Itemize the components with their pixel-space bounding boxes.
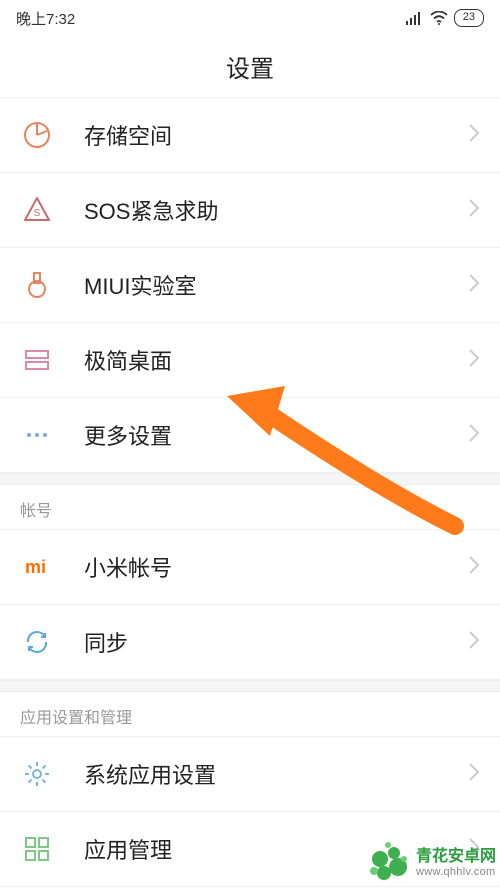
settings-item-sos[interactable]: S SOS紧急求助: [0, 173, 500, 248]
gear-icon: [20, 757, 54, 791]
svg-text:S: S: [34, 208, 41, 219]
account-list: mi 小米帐号 同步: [0, 529, 500, 680]
wifi-icon: [430, 11, 448, 25]
chevron-right-icon: [468, 555, 480, 580]
page-header: 设置: [0, 36, 500, 98]
sos-icon: S: [20, 193, 54, 227]
settings-list: 存储空间 S SOS紧急求助 MIUI实验室 极简桌面: [0, 98, 500, 473]
settings-item-app-manage[interactable]: 应用管理: [0, 812, 500, 887]
more-icon: [20, 418, 54, 452]
svg-text:mi: mi: [25, 557, 46, 577]
section-header-apps: 应用设置和管理: [0, 692, 500, 736]
settings-item-more-settings[interactable]: 更多设置: [0, 398, 500, 473]
battery-icon: 23: [454, 9, 484, 26]
settings-item-sync[interactable]: 同步: [0, 605, 500, 680]
settings-item-system-app[interactable]: 系统应用设置: [0, 737, 500, 812]
settings-item-label: 小米帐号: [84, 551, 468, 583]
signal-icon: [406, 11, 424, 25]
chevron-right-icon: [468, 273, 480, 298]
settings-item-label: 系统应用设置: [84, 758, 468, 790]
settings-item-miui-lab[interactable]: MIUI实验室: [0, 248, 500, 323]
chevron-right-icon: [468, 837, 480, 862]
settings-item-label: 同步: [84, 626, 468, 658]
chevron-right-icon: [468, 348, 480, 373]
storage-icon: [20, 118, 54, 152]
chevron-right-icon: [468, 423, 480, 448]
section-divider: [0, 473, 500, 485]
section-header-account: 帐号: [0, 485, 500, 529]
chevron-right-icon: [468, 762, 480, 787]
status-bar: 晚上7:32 23: [0, 0, 500, 36]
chevron-right-icon: [468, 198, 480, 223]
mi-logo-icon: mi: [20, 550, 54, 584]
settings-item-label: MIUI实验室: [84, 269, 468, 301]
settings-item-label: 更多设置: [84, 419, 468, 451]
section-divider: [0, 680, 500, 692]
settings-item-label: SOS紧急求助: [84, 194, 468, 226]
settings-item-label: 存储空间: [84, 119, 468, 151]
settings-item-mi-account[interactable]: mi 小米帐号: [0, 530, 500, 605]
apps-grid-icon: [20, 832, 54, 866]
settings-item-label: 应用管理: [84, 833, 468, 865]
apps-list: 系统应用设置 应用管理: [0, 736, 500, 887]
settings-item-label: 极简桌面: [84, 344, 468, 376]
status-icons: 23: [406, 9, 484, 26]
chevron-right-icon: [468, 123, 480, 148]
chevron-right-icon: [468, 630, 480, 655]
sync-icon: [20, 625, 54, 659]
settings-item-simple-desktop[interactable]: 极简桌面: [0, 323, 500, 398]
status-time: 晚上7:32: [16, 8, 75, 29]
page-title: 设置: [226, 49, 274, 84]
settings-item-storage[interactable]: 存储空间: [0, 98, 500, 173]
desktop-icon: [20, 343, 54, 377]
flask-icon: [20, 268, 54, 302]
